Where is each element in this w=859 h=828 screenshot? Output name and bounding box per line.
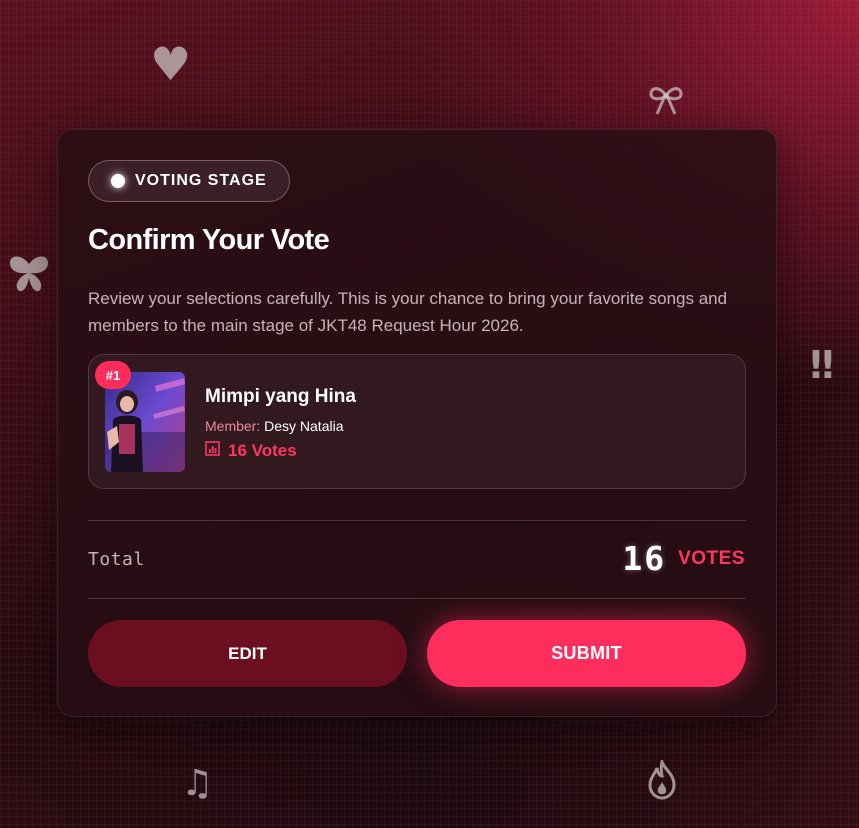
- pixel-exclamation-icon: ‼: [810, 343, 834, 387]
- member-line: Member: Desy Natalia: [205, 418, 344, 434]
- submit-button[interactable]: SUBMIT: [427, 620, 746, 687]
- divider-top: [88, 520, 746, 521]
- total-label: Total: [88, 549, 145, 570]
- member-prefix: Member:: [205, 418, 261, 434]
- total-vote-unit: VOTES: [678, 547, 745, 569]
- confirm-vote-card: VOTING STAGE Confirm Your Vote Review yo…: [57, 129, 777, 717]
- page-title: Confirm Your Vote: [88, 224, 330, 256]
- pixel-heart-icon: ♥: [150, 37, 192, 91]
- pixel-bow-icon: [648, 84, 684, 118]
- divider-bottom: [88, 598, 746, 599]
- pixel-music-note-icon: ♫: [181, 763, 214, 804]
- voting-stage-label: VOTING STAGE: [135, 172, 267, 189]
- white-dot-icon: [111, 174, 125, 188]
- selected-song-item: #1 Mimpi yang Hina Member: Desy Natalia …: [88, 354, 746, 489]
- song-votes-label: 16 Votes: [228, 441, 297, 460]
- rank-badge: #1: [95, 361, 131, 389]
- song-votes: 16 Votes: [205, 441, 297, 461]
- total-vote-count: 16: [622, 539, 667, 578]
- voting-stage-badge: VOTING STAGE: [88, 160, 290, 202]
- total-summary: 16 VOTES: [622, 539, 745, 578]
- edit-button[interactable]: EDIT: [88, 620, 407, 687]
- song-title: Mimpi yang Hina: [205, 386, 356, 407]
- pixel-flame-icon: [647, 760, 677, 800]
- pixel-butterfly-icon: [8, 252, 50, 294]
- bar-chart-icon: [205, 441, 220, 461]
- member-name: Desy Natalia: [264, 418, 344, 434]
- confirm-description: Review your selections carefully. This i…: [88, 289, 728, 335]
